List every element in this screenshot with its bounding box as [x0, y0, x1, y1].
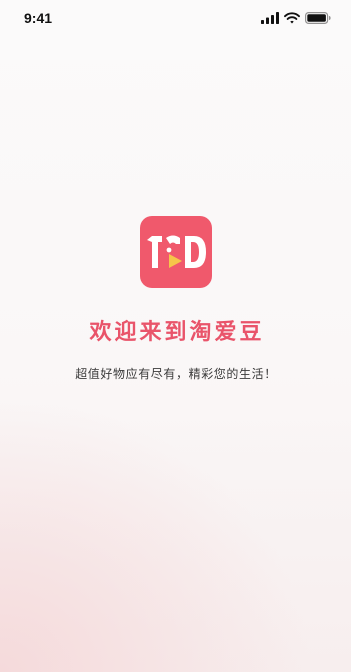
status-bar: 9:41: [0, 0, 351, 38]
status-time: 9:41: [24, 10, 53, 26]
welcome-title: 欢迎来到淘爱豆: [89, 320, 265, 345]
welcome-subtitle: 超值好物应有尽有，精彩您的生活！: [75, 367, 277, 381]
logo-dot: [166, 247, 172, 253]
status-icons: [261, 12, 331, 24]
battery-icon: [305, 12, 331, 24]
wifi-icon: [284, 12, 300, 24]
app-logo-icon: [140, 216, 212, 288]
cellular-signal-icon: [261, 12, 279, 24]
app-logo: [140, 216, 212, 288]
